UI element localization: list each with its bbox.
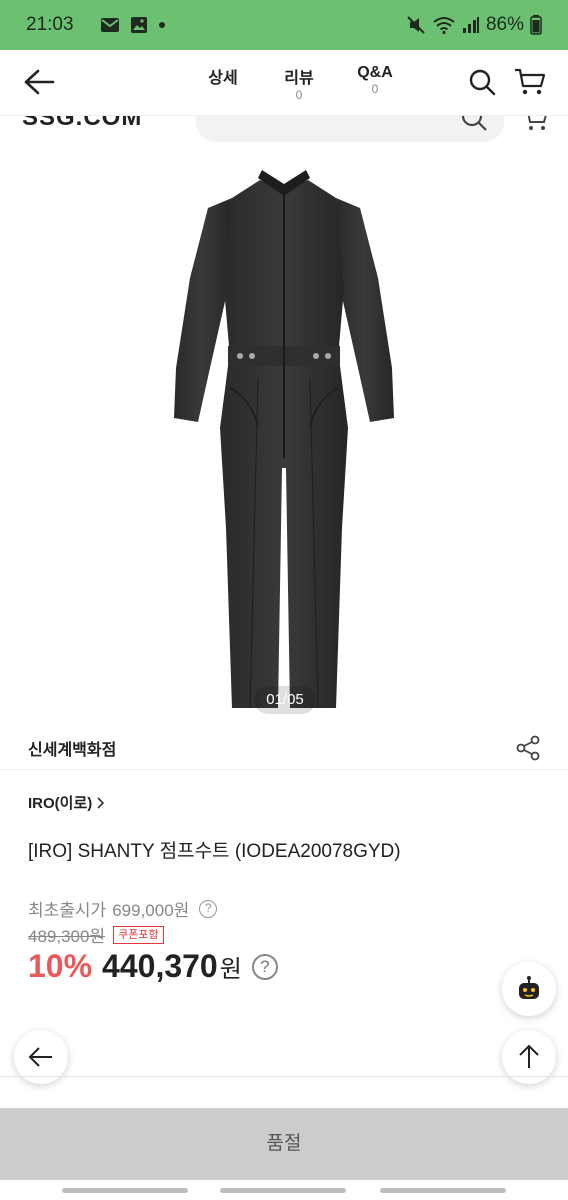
image-icon xyxy=(130,17,147,33)
search-button[interactable] xyxy=(468,68,496,96)
jumpsuit-image xyxy=(174,170,394,709)
status-time: 21:03 xyxy=(26,14,74,35)
store-row: 신세계백화점 xyxy=(0,722,568,770)
brand-link[interactable]: IRO(이로) xyxy=(28,792,105,813)
ssg-logo: SSG.COM xyxy=(22,116,143,131)
battery-percent: 86% xyxy=(485,14,524,35)
tab-qna-label: Q&A xyxy=(357,64,393,81)
share-button[interactable] xyxy=(514,734,542,762)
notification-icons xyxy=(100,16,166,34)
back-button[interactable] xyxy=(22,67,56,97)
tab-detail-label: 상세 xyxy=(208,70,238,87)
chatbot-button[interactable] xyxy=(502,962,556,1016)
mail-icon xyxy=(100,18,119,32)
tab-review-label: 리뷰 xyxy=(284,70,314,87)
product-image[interactable] xyxy=(160,168,408,712)
original-price-row: 489,300원 쿠폰포함 xyxy=(28,922,164,947)
dot-icon xyxy=(158,22,165,28)
discount-rate: 10% xyxy=(28,948,93,984)
cart-icon xyxy=(527,116,547,130)
arrow-up-icon xyxy=(519,1044,539,1068)
tab-qna[interactable]: Q&A 0 xyxy=(337,64,413,102)
robot-icon xyxy=(519,976,539,999)
arrow-left-icon xyxy=(24,69,55,95)
original-price: 489,300원 xyxy=(28,927,106,946)
arrow-left-icon xyxy=(28,1047,52,1067)
nav-back[interactable] xyxy=(380,1188,506,1193)
nav-recents[interactable] xyxy=(62,1188,188,1193)
status-right: 86% xyxy=(406,14,542,36)
search-icon xyxy=(461,116,487,131)
currency-unit: 원 xyxy=(219,956,242,983)
tab-detail[interactable]: 상세 xyxy=(185,64,261,102)
battery-icon xyxy=(530,15,542,35)
store-name[interactable]: 신세계백화점 xyxy=(28,736,116,760)
final-price-row: 10% 440,370 원 ? xyxy=(28,948,278,985)
nav-home[interactable] xyxy=(220,1188,346,1193)
tab-review[interactable]: 리뷰 0 xyxy=(261,64,337,102)
sale-price: 440,370 xyxy=(102,948,218,984)
system-nav-bar xyxy=(0,1180,568,1200)
question-icon[interactable]: ? xyxy=(199,899,218,918)
coupon-badge: 쿠폰포함 xyxy=(113,925,164,944)
image-counter: 01/05 xyxy=(254,686,316,714)
scrolled-header-strip: SSG.COM xyxy=(0,116,568,152)
product-title: [IRO] SHANTY 점프수트 (IODEA20078GYD) xyxy=(28,841,401,862)
soldout-button[interactable]: 품절 xyxy=(0,1108,568,1180)
first-price-label: 최초출시가 xyxy=(28,901,107,920)
app-header: 상세 리뷰 0 Q&A 0 xyxy=(0,50,568,116)
first-price-row: 최초출시가 699,000원 ? xyxy=(28,896,218,921)
question-icon[interactable]: ? xyxy=(251,953,278,980)
status-bar: 21:03 86% xyxy=(0,0,568,50)
share-icon xyxy=(516,735,540,761)
tab-qna-count: 0 xyxy=(371,82,379,96)
cart-icon xyxy=(515,68,546,95)
tab-review-count: 0 xyxy=(295,88,303,102)
search-icon xyxy=(469,69,496,96)
signal-icon xyxy=(462,17,479,33)
chevron-right-icon xyxy=(97,796,105,809)
product-tabs: 상세 리뷰 0 Q&A 0 xyxy=(185,64,413,102)
search-bar-behind xyxy=(196,116,504,142)
wifi-icon xyxy=(433,17,455,35)
divider xyxy=(0,1076,568,1077)
brand-name: IRO(이로) xyxy=(28,795,93,812)
first-price: 699,000원 xyxy=(112,901,190,920)
cart-button[interactable] xyxy=(514,68,546,96)
mute-icon xyxy=(407,16,425,34)
